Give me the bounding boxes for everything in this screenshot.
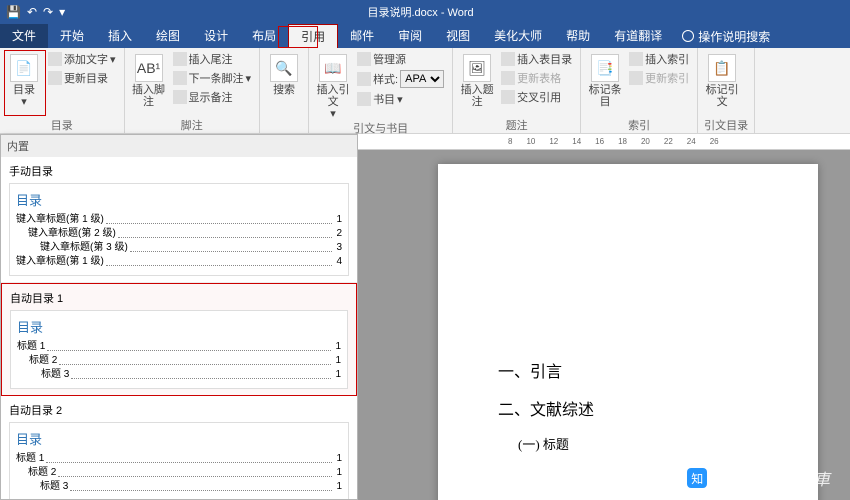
upd-tbl-icon (501, 71, 515, 85)
bulb-icon (682, 30, 694, 42)
gallery-header: 内置 (1, 135, 357, 157)
ribbon-tabs: 文件 开始 插入 绘图 设计 布局 引用 邮件 审阅 视图 美化大师 帮助 有道… (0, 24, 850, 48)
gallery-auto1[interactable]: 自动目录 1 目录 标题 11标题 21标题 31 (1, 283, 357, 396)
gallery-item-title: 自动目录 1 (10, 290, 348, 306)
save-icon[interactable]: 💾 (6, 5, 21, 19)
heading-1: 一、引言 (498, 358, 768, 382)
group-label: 引文与书目 (315, 120, 446, 134)
tof-icon (501, 52, 515, 66)
update-icon (48, 71, 62, 85)
endnote-icon (173, 52, 187, 66)
tab-youdao[interactable]: 有道翻译 (602, 24, 674, 48)
window-title: 目录说明.docx - Word (71, 4, 770, 20)
toc-gallery: 内置 手动目录 目录 键入章标题(第 1 级)1键入章标题(第 2 级)2键入章… (0, 134, 358, 500)
update-toc-button[interactable]: 更新目录 (46, 69, 118, 87)
insert-index-button[interactable]: 插入索引 (627, 50, 691, 68)
highlight-toc (4, 50, 46, 116)
insert-caption-button[interactable]: 🖼 插入题注 (459, 50, 495, 108)
next-fn-icon (173, 71, 187, 85)
search-icon: 🔍 (270, 54, 298, 82)
toc-preview: 目录 键入章标题(第 1 级)1键入章标题(第 2 级)2键入章标题(第 3 级… (9, 183, 349, 276)
show-notes-icon (173, 90, 187, 104)
group-label: 引文目录 (704, 117, 748, 131)
document-area: 8101214161820222426 一、引言 二、文献综述 (一) 标题 (358, 134, 850, 500)
group-captions: 🖼 插入题注 插入表目录 更新表格 交叉引用 题注 (453, 48, 581, 133)
gallery-item-title: 自动目录 2 (9, 402, 349, 418)
xref-icon (501, 90, 515, 104)
insert-citation-button[interactable]: 📖 插入引文▾ (315, 50, 351, 120)
insert-endnote-button[interactable]: 插入尾注 (171, 50, 254, 68)
group-citations: 📖 插入引文▾ 管理源 样式: APA 书目 ▾ 引文与书目 (309, 48, 453, 133)
tab-design[interactable]: 设计 (192, 24, 240, 48)
cross-reference-button[interactable]: 交叉引用 (499, 88, 574, 106)
ribbon: 📄 目录▾ 添加文字 ▾ 更新目录 目录 AB¹ 插入脚注 插入尾注 下一条脚注… (0, 48, 850, 134)
add-text-button[interactable]: 添加文字 ▾ (46, 50, 118, 68)
gallery-auto2[interactable]: 自动目录 2 目录 标题 11标题 21标题 31 (1, 396, 357, 500)
tab-help[interactable]: 帮助 (554, 24, 602, 48)
update-index-button[interactable]: 更新索引 (627, 69, 691, 87)
toc-preview: 目录 标题 11标题 21标题 31 (9, 422, 349, 500)
undo-icon[interactable]: ↶ (27, 5, 37, 19)
zhihu-icon: 知 (687, 468, 707, 488)
group-label (266, 117, 302, 131)
mark-entry-icon: 📑 (591, 54, 619, 82)
subheading: (一) 标题 (518, 434, 768, 453)
tell-me[interactable]: 操作说明搜索 (682, 28, 770, 45)
group-label: 目录 (6, 117, 118, 131)
tab-file[interactable]: 文件 (0, 24, 48, 48)
upd-idx-icon (629, 71, 643, 85)
search-button[interactable]: 🔍 搜索 (266, 50, 302, 96)
footnote-icon: AB¹ (135, 54, 163, 82)
mark-entry-button[interactable]: 📑 标记条目 (587, 50, 623, 108)
group-research: 🔍 搜索 (260, 48, 309, 133)
caption-icon: 🖼 (463, 54, 491, 82)
style-dropdown[interactable]: APA (400, 70, 444, 88)
ins-idx-icon (629, 52, 643, 66)
show-notes-button[interactable]: 显示备注 (171, 88, 254, 106)
heading-2: 二、文献综述 (498, 396, 768, 420)
document-page[interactable]: 一、引言 二、文献综述 (一) 标题 (438, 164, 818, 500)
tab-draw[interactable]: 绘图 (144, 24, 192, 48)
tab-beautify[interactable]: 美化大师 (482, 24, 554, 48)
bibliography-button[interactable]: 书目 ▾ (355, 90, 446, 108)
highlight-tab (278, 26, 318, 48)
style-selector[interactable]: 样式: APA (355, 69, 446, 89)
title-bar: 💾 ↶ ↷ ▾ 目录说明.docx - Word (0, 0, 850, 24)
citation-icon: 📖 (319, 54, 347, 82)
group-label: 脚注 (131, 117, 254, 131)
mgr-icon (357, 52, 371, 66)
watermark: 知 知乎 @无名小車 (687, 466, 830, 490)
qat-more-icon[interactable]: ▾ (59, 5, 65, 19)
ruler[interactable]: 8101214161820222426 (358, 134, 850, 150)
group-label: 题注 (459, 117, 574, 131)
style-icon (357, 72, 371, 86)
tab-view[interactable]: 视图 (434, 24, 482, 48)
group-label: 索引 (587, 117, 691, 131)
manage-sources-button[interactable]: 管理源 (355, 50, 446, 68)
group-authorities: 📋 标记引文 引文目录 (698, 48, 755, 133)
redo-icon[interactable]: ↷ (43, 5, 53, 19)
group-footnotes: AB¹ 插入脚注 插入尾注 下一条脚注 ▾ 显示备注 脚注 (125, 48, 261, 133)
tab-mailings[interactable]: 邮件 (338, 24, 386, 48)
next-footnote-button[interactable]: 下一条脚注 ▾ (171, 69, 254, 87)
gallery-item-title: 手动目录 (9, 163, 349, 179)
toc-preview: 目录 标题 11标题 21标题 31 (10, 310, 348, 389)
bib-icon (357, 92, 371, 106)
add-text-icon (48, 52, 62, 66)
mark-citation-button[interactable]: 📋 标记引文 (704, 50, 740, 108)
insert-footnote-button[interactable]: AB¹ 插入脚注 (131, 50, 167, 108)
tab-review[interactable]: 审阅 (386, 24, 434, 48)
gallery-manual[interactable]: 手动目录 目录 键入章标题(第 1 级)1键入章标题(第 2 级)2键入章标题(… (1, 157, 357, 283)
tab-insert[interactable]: 插入 (96, 24, 144, 48)
tab-home[interactable]: 开始 (48, 24, 96, 48)
group-index: 📑 标记条目 插入索引 更新索引 索引 (581, 48, 698, 133)
quick-access-toolbar: 💾 ↶ ↷ ▾ (0, 5, 71, 19)
insert-tof-button[interactable]: 插入表目录 (499, 50, 574, 68)
mark-cite-icon: 📋 (708, 54, 736, 82)
update-table-button[interactable]: 更新表格 (499, 69, 574, 87)
